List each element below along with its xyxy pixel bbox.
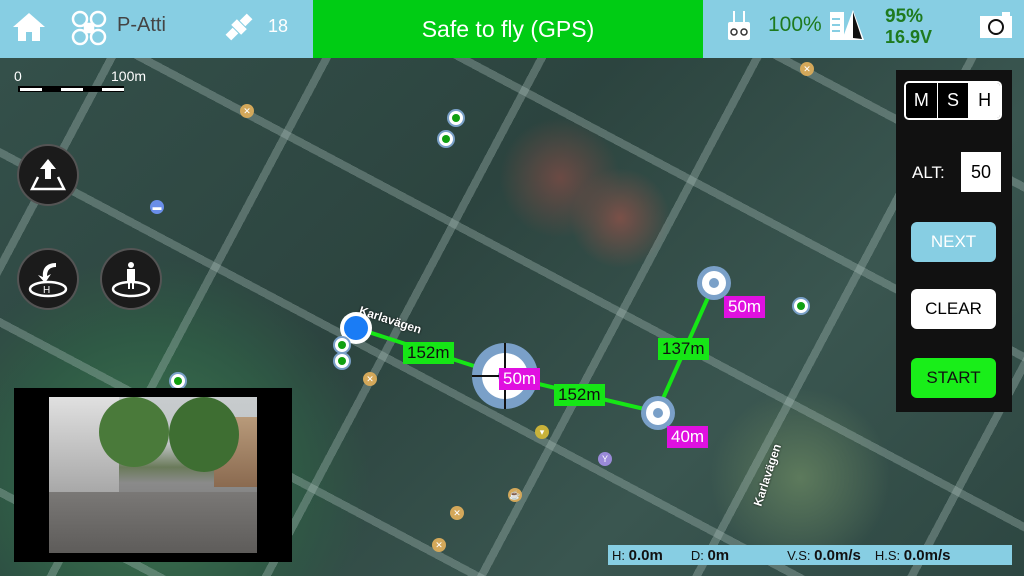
- mode-option-s[interactable]: S: [937, 83, 970, 118]
- restaurant-icon[interactable]: ✕: [450, 506, 464, 520]
- altitude-label: 50m: [499, 368, 541, 390]
- bar-icon[interactable]: Y: [598, 452, 612, 466]
- waypoint-control-panel: M S H ALT: NEXT CLEAR START: [896, 70, 1012, 412]
- altitude-label: ALT:: [912, 163, 945, 182]
- segment-distance-label: 137m: [658, 338, 709, 360]
- restaurant-icon[interactable]: ✕: [800, 62, 814, 76]
- poi-marker[interactable]: [792, 297, 810, 315]
- altitude-label: 40m: [667, 426, 709, 448]
- altitude-label: 50m: [724, 296, 766, 318]
- vertical-speed-readout: V.S: 0.0m/s: [787, 546, 861, 564]
- takeoff-icon: [29, 159, 67, 191]
- mode-segmented-control[interactable]: M S H: [904, 81, 1002, 120]
- shop-icon[interactable]: ▾: [535, 425, 549, 439]
- top-status-bar: P-Atti 18 Safe to fly (GPS) 100% 95% 16.…: [0, 0, 1024, 58]
- restaurant-icon[interactable]: ✕: [432, 538, 446, 552]
- height-readout: H: 0.0m: [612, 546, 663, 564]
- horizontal-speed-readout: H.S: 0.0m/s: [874, 546, 951, 564]
- scale-start: 0: [14, 68, 22, 84]
- svg-text:H: H: [43, 285, 50, 296]
- aircraft-icon: [71, 10, 107, 46]
- battery-icon: [829, 8, 865, 44]
- battery-percent: 95%: [885, 6, 924, 27]
- poi-marker[interactable]: [437, 130, 455, 148]
- camera-icon[interactable]: [980, 12, 1012, 38]
- poi-marker[interactable]: [447, 109, 465, 127]
- return-home-icon: H: [28, 263, 68, 298]
- flight-status-banner: Safe to fly (GPS): [313, 0, 703, 58]
- poi-marker[interactable]: [333, 352, 351, 370]
- mode-option-m[interactable]: M: [906, 83, 938, 118]
- altitude-input[interactable]: [961, 152, 1001, 192]
- mode-option-h[interactable]: H: [969, 83, 1000, 118]
- battery-voltage: 16.9V: [885, 27, 933, 47]
- live-video-feed: [49, 397, 257, 553]
- clear-button[interactable]: CLEAR: [911, 289, 996, 329]
- satellite-count: 18: [268, 16, 289, 36]
- rc-signal-value: 100%: [768, 13, 822, 36]
- restaurant-icon[interactable]: ✕: [363, 372, 377, 386]
- restaurant-icon[interactable]: ✕: [240, 104, 254, 118]
- takeoff-button[interactable]: [17, 144, 79, 206]
- start-button[interactable]: START: [911, 358, 996, 398]
- satellite-icon: [222, 10, 256, 44]
- camera-preview[interactable]: [14, 388, 292, 562]
- return-home-button[interactable]: H: [17, 248, 79, 310]
- segment-distance-label: 152m: [403, 342, 454, 364]
- land-icon: [111, 262, 151, 298]
- waypoint[interactable]: [697, 266, 731, 300]
- land-button[interactable]: [100, 248, 162, 310]
- distance-readout: D: 0m: [690, 546, 730, 564]
- next-button[interactable]: NEXT: [911, 222, 996, 262]
- home-icon[interactable]: [12, 12, 46, 42]
- waypoint[interactable]: [641, 396, 675, 430]
- scale-end: 100m: [111, 68, 147, 84]
- segment-distance-label: 152m: [554, 384, 605, 406]
- bus-icon[interactable]: ▬: [150, 200, 164, 214]
- telemetry-bar: H: 0.0m D: 0m V.S: 0.0m/s H.S: 0.0m/s: [608, 545, 1012, 565]
- remote-controller-icon: [728, 11, 750, 41]
- cafe-icon[interactable]: ☕: [508, 488, 522, 502]
- flight-mode: P-Atti: [117, 14, 166, 36]
